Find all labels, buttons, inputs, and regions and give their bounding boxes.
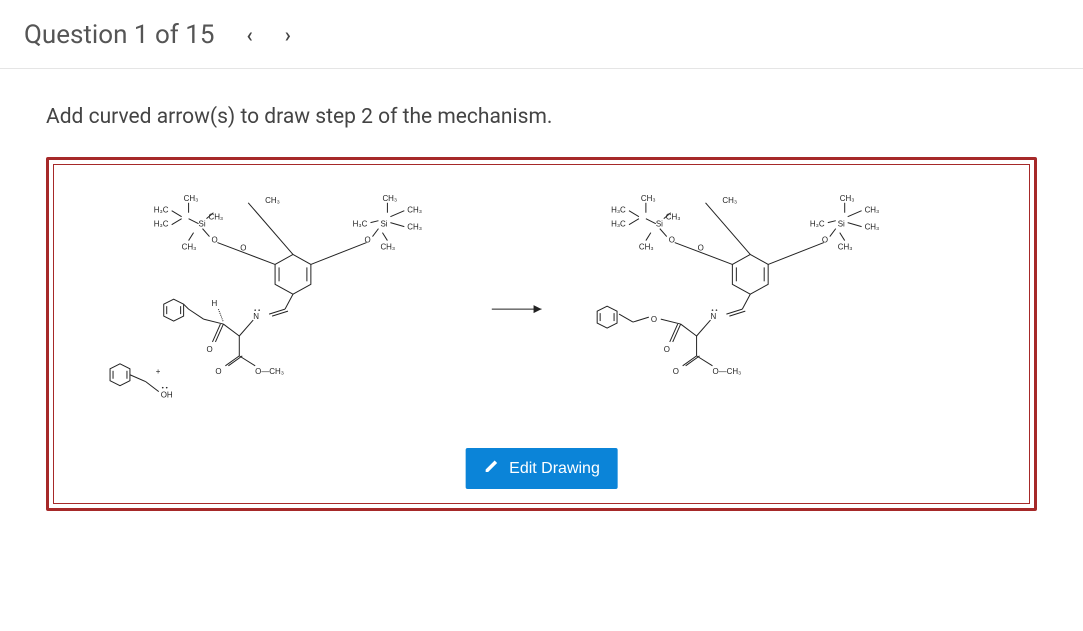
label-o: O xyxy=(240,243,246,252)
label-ch3: CH₃ xyxy=(380,243,395,252)
label-ch3: CH₃ xyxy=(840,194,855,203)
label-h3c: H₃C xyxy=(154,206,169,215)
next-question-button[interactable]: › xyxy=(285,23,291,47)
label-ch3: CH₃ xyxy=(641,194,656,203)
label-ch3: CH₃ xyxy=(265,196,280,205)
label-h: H xyxy=(211,299,217,308)
edit-drawing-label: Edit Drawing xyxy=(509,460,600,478)
label-ch3: CH₃ xyxy=(865,206,880,215)
label-ch3: CH₃ xyxy=(666,213,681,222)
label-o: O xyxy=(664,345,670,354)
label-si: Si xyxy=(380,220,387,229)
label-ch3: CH₃ xyxy=(722,196,737,205)
label-ch3: CH₃ xyxy=(182,243,197,252)
label-ch3: CH₃ xyxy=(184,194,199,203)
label-n: N xyxy=(711,312,717,321)
label-h3c: H₃C xyxy=(611,220,626,229)
tbs-left-1: CH₃ H₃C H₃C CH₃ CH₃ Si O xyxy=(154,194,223,252)
tbs-left-2: CH₃ H₃C CH₃ CH₃ CH₃ Si O xyxy=(353,194,422,252)
label-ch3: CH₃ xyxy=(382,194,397,203)
label-o: O xyxy=(698,243,704,252)
drawing-area[interactable]: CH₃ H₃C H₃C CH₃ CH₃ Si O xyxy=(53,164,1030,504)
label-plus: + xyxy=(156,367,161,376)
question-counter: Question 1 of 15 xyxy=(24,20,215,50)
label-h3c: H₃C xyxy=(154,220,169,229)
label-oh: OH xyxy=(161,391,173,400)
label-ch3: CH₃ xyxy=(208,213,223,222)
nav-arrows: ‹ › xyxy=(247,23,291,47)
label-o: O xyxy=(669,236,675,245)
label-och3: O—CH₃ xyxy=(255,367,284,376)
label-ch3: CH₃ xyxy=(865,223,880,232)
label-h3c: H₃C xyxy=(353,220,368,229)
pencil-icon xyxy=(483,458,499,479)
label-o: O xyxy=(211,236,217,245)
label-si: Si xyxy=(199,220,206,229)
question-content: Add curved arrow(s) to draw step 2 of th… xyxy=(0,69,1083,531)
question-header: Question 1 of 15 ‹ › xyxy=(0,0,1083,69)
label-si: Si xyxy=(656,220,663,229)
right-product: CH₃ H₃C H₃C CH₃ CH₃ Si O xyxy=(597,194,879,376)
label-o: O xyxy=(651,315,657,324)
label-och3: O—CH₃ xyxy=(712,367,741,376)
reaction-arrowhead xyxy=(534,305,542,313)
drawing-frame: CH₃ H₃C H₃C CH₃ CH₃ Si O xyxy=(46,157,1037,511)
label-ch3: CH₃ xyxy=(407,206,422,215)
label-o: O xyxy=(215,367,221,376)
label-h3c: H₃C xyxy=(810,220,825,229)
label-n: N xyxy=(253,312,259,321)
label-si: Si xyxy=(838,220,845,229)
benzene-center-left xyxy=(275,254,311,294)
label-o: O xyxy=(673,367,679,376)
label-h3c: H₃C xyxy=(611,206,626,215)
label-o: O xyxy=(206,345,212,354)
label-ch3: CH₃ xyxy=(639,243,654,252)
label-ch3: CH₃ xyxy=(407,223,422,232)
label-ch3: CH₃ xyxy=(838,243,853,252)
edit-drawing-button[interactable]: Edit Drawing xyxy=(465,448,618,489)
question-prompt: Add curved arrow(s) to draw step 2 of th… xyxy=(46,105,1037,129)
prev-question-button[interactable]: ‹ xyxy=(247,23,253,47)
